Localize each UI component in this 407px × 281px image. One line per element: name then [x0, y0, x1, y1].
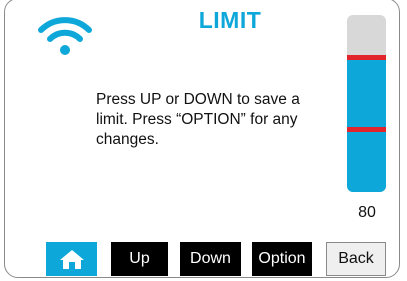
- upper-limit-marker: [347, 55, 386, 60]
- device-screen: LIMIT Press UP or DOWN to save a limit. …: [4, 0, 400, 278]
- instruction-text: Press UP or DOWN to save a limit. Press …: [96, 91, 300, 148]
- back-button[interactable]: Back: [326, 242, 386, 276]
- home-icon: [59, 250, 84, 269]
- option-button[interactable]: Option: [252, 242, 312, 276]
- limit-gauge[interactable]: [347, 15, 386, 192]
- up-button[interactable]: Up: [111, 242, 168, 276]
- limit-value: 80: [358, 204, 376, 221]
- wifi-icon: [38, 17, 92, 55]
- home-button[interactable]: [46, 242, 97, 276]
- down-button[interactable]: Down: [180, 242, 241, 276]
- limit-gauge-fill: [347, 57, 386, 192]
- page-title: LIMIT: [198, 7, 262, 33]
- lower-limit-marker: [347, 127, 386, 132]
